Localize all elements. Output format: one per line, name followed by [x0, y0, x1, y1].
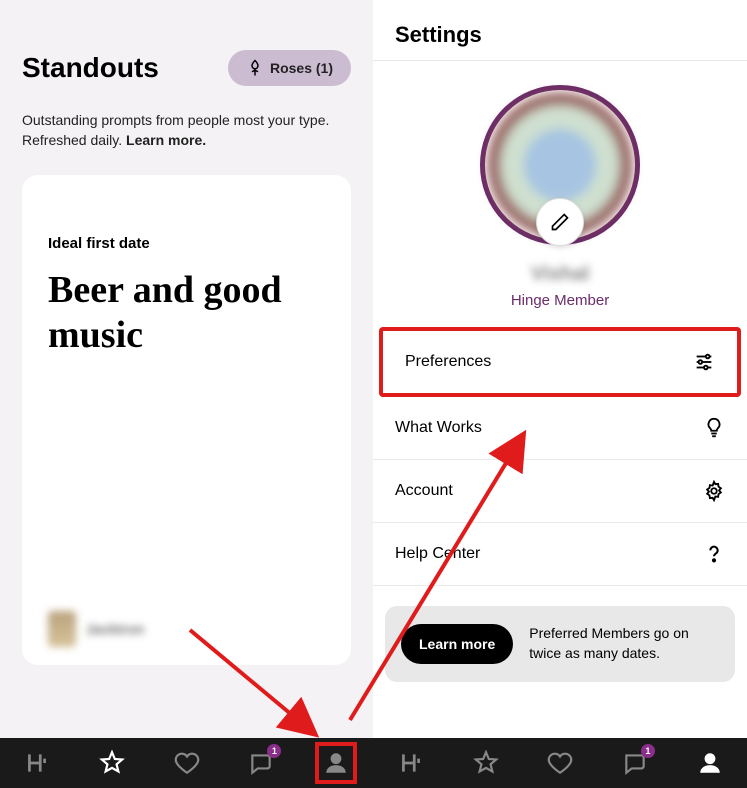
- standouts-screen: Standouts Roses (1) Outstanding prompts …: [0, 0, 373, 738]
- bottom-nav: 1 1: [0, 738, 747, 788]
- nav-standouts-icon[interactable]: [469, 746, 503, 780]
- roses-chip[interactable]: Roses (1): [228, 50, 351, 86]
- menu-item-what-works[interactable]: What Works: [373, 397, 747, 460]
- profile-area: Vishal Hinge Member: [373, 61, 747, 327]
- prompt-label: Ideal first date: [48, 235, 325, 252]
- pencil-icon: [550, 212, 570, 232]
- menu-label: Preferences: [405, 353, 491, 371]
- learn-more-link[interactable]: Learn more.: [126, 132, 206, 148]
- profile-name: Vishal: [531, 263, 590, 286]
- question-icon: [703, 543, 725, 565]
- nav-profile-icon[interactable]: [319, 746, 353, 780]
- rose-icon: [246, 59, 264, 77]
- author-avatar: [48, 611, 76, 647]
- menu-label: What Works: [395, 419, 482, 437]
- nav-likes-icon[interactable]: [170, 746, 204, 780]
- promo-text: Preferred Members go on twice as many da…: [529, 624, 719, 663]
- card-author: Jacktron: [48, 611, 144, 647]
- standouts-subtitle: Outstanding prompts from people most you…: [22, 110, 351, 151]
- menu-label: Account: [395, 482, 453, 500]
- prompt-answer: Beer and good music: [48, 268, 325, 359]
- roses-label: Roses (1): [270, 60, 333, 76]
- menu-item-preferences[interactable]: Preferences: [379, 327, 741, 397]
- settings-title: Settings: [373, 22, 747, 60]
- member-label: Hinge Member: [511, 292, 609, 309]
- nav-hinge-icon[interactable]: [20, 746, 54, 780]
- menu-item-account[interactable]: Account: [373, 460, 747, 523]
- avatar-ring: [480, 85, 640, 245]
- nav-matches-icon[interactable]: 1: [244, 746, 278, 780]
- prompt-card[interactable]: Ideal first date Beer and good music Jac…: [22, 175, 351, 665]
- menu-label: Help Center: [395, 545, 480, 563]
- author-name: Jacktron: [86, 621, 144, 637]
- nav-likes-icon[interactable]: [543, 746, 577, 780]
- nav-badge: 1: [267, 744, 281, 758]
- gear-icon: [703, 480, 725, 502]
- nav-badge: 1: [641, 744, 655, 758]
- promo-box: Learn more Preferred Members go on twice…: [385, 606, 735, 682]
- nav-hinge-icon[interactable]: [394, 746, 428, 780]
- nav-standouts-icon[interactable]: [95, 746, 129, 780]
- nav-profile-icon[interactable]: [693, 746, 727, 780]
- menu-item-help-center[interactable]: Help Center: [373, 523, 747, 586]
- standouts-title: Standouts: [22, 52, 159, 84]
- promo-learn-more-button[interactable]: Learn more: [401, 624, 513, 664]
- settings-screen: Settings Vishal Hinge Member Preferences…: [373, 0, 747, 738]
- sliders-icon: [693, 351, 715, 373]
- lightbulb-icon: [703, 417, 725, 439]
- nav-matches-icon[interactable]: 1: [618, 746, 652, 780]
- edit-profile-button[interactable]: [536, 198, 584, 246]
